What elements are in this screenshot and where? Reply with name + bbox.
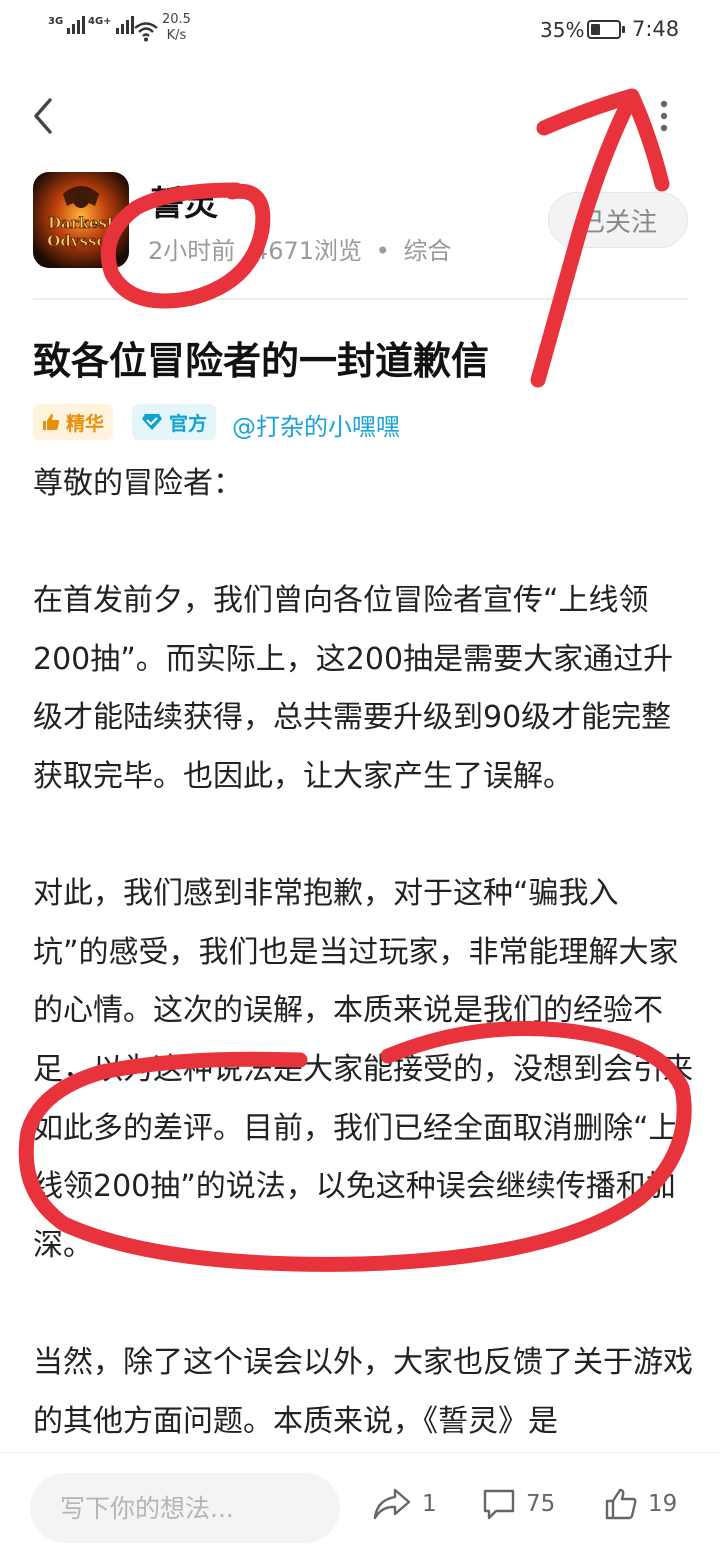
more-options-button[interactable] [652, 98, 676, 134]
back-button[interactable] [28, 96, 62, 136]
official-badge: 官方 [132, 404, 217, 440]
body-paragraph: 尊敬的冒险者： [33, 466, 243, 501]
thumbs-up-icon [43, 414, 60, 430]
body-paragraph: 在首发前夕，我们曾向各位冒险者宣传“上线领200抽”。而实际上，这200抽是需要… [33, 583, 674, 794]
post-body: 尊敬的冒险者： 在首发前夕，我们曾向各位冒险者宣传“上线领200抽”。而实际上，… [33, 455, 693, 1451]
thumbs-up-outline-icon [605, 1488, 637, 1520]
body-paragraph: 对此，我们感到非常抱歉，对于这种“骗我入坑”的感受，我们也是当过玩家，非常能理解… [33, 876, 693, 1263]
comment-icon [483, 1489, 515, 1520]
signal-3g-label: 3G [48, 16, 64, 27]
like-button[interactable]: 19 [604, 1487, 677, 1521]
follow-button[interactable]: 已关注 [548, 192, 688, 248]
body-paragraph: 当然，除了这个误会以外，大家也反馈了关于游戏的其他方面问题。本质来说，《誓灵》是 [33, 1344, 693, 1439]
featured-badge-label: 精华 [66, 412, 105, 435]
author-mention-link[interactable]: @打杂的小嘿嘿 [232, 407, 400, 442]
comment-button[interactable]: 75 [482, 1487, 555, 1521]
post-time: 2小时前 [148, 237, 236, 265]
post-title: 致各位冒险者的一封道歉信 [33, 339, 490, 383]
network-speed-value: 20.5 [162, 12, 191, 27]
game-logo: Darkest Odyssey [33, 172, 129, 268]
share-button[interactable]: 1 [372, 1487, 437, 1521]
author-name[interactable]: 誓灵 [150, 176, 218, 225]
signal-4g-label: 4G+ [88, 16, 112, 27]
comment-count: 75 [526, 1491, 556, 1517]
divider [33, 298, 688, 300]
meta-separator: • [375, 237, 390, 265]
signal-3g-icon: 3G [48, 16, 86, 34]
comment-input[interactable] [30, 1473, 340, 1543]
logo-text-top: Darkest [48, 214, 114, 232]
like-count: 19 [648, 1491, 678, 1517]
battery-fill [591, 24, 601, 35]
diamond-check-icon [142, 414, 162, 430]
status-time: 7:48 [632, 17, 680, 41]
featured-badge: 精华 [33, 404, 114, 440]
view-count: 4671浏览 [252, 237, 362, 265]
network-speed: 20.5 K/s [162, 12, 191, 44]
more-vertical-icon [660, 100, 668, 132]
share-count: 1 [422, 1491, 437, 1517]
chevron-left-icon [34, 98, 52, 134]
network-speed-unit: K/s [166, 28, 187, 43]
author-avatar[interactable]: Darkest Odyssey [33, 172, 129, 268]
bottom-action-bar: 1 75 19 [0, 1452, 720, 1560]
share-icon [373, 1488, 411, 1520]
official-badge-label: 官方 [169, 412, 208, 435]
battery-percent: 35% [540, 18, 585, 42]
post-meta: 2小时前 4671浏览 • 综合 [148, 231, 451, 266]
wifi-icon [134, 22, 158, 42]
signal-4g-icon: 4G+ [88, 16, 134, 34]
battery-icon [587, 20, 625, 39]
post-category[interactable]: 综合 [403, 237, 451, 265]
logo-text-bottom: Odyssey [47, 232, 116, 250]
status-bar: 3G 4G+ 20.5 K/s 35% 7:48 [0, 0, 720, 62]
